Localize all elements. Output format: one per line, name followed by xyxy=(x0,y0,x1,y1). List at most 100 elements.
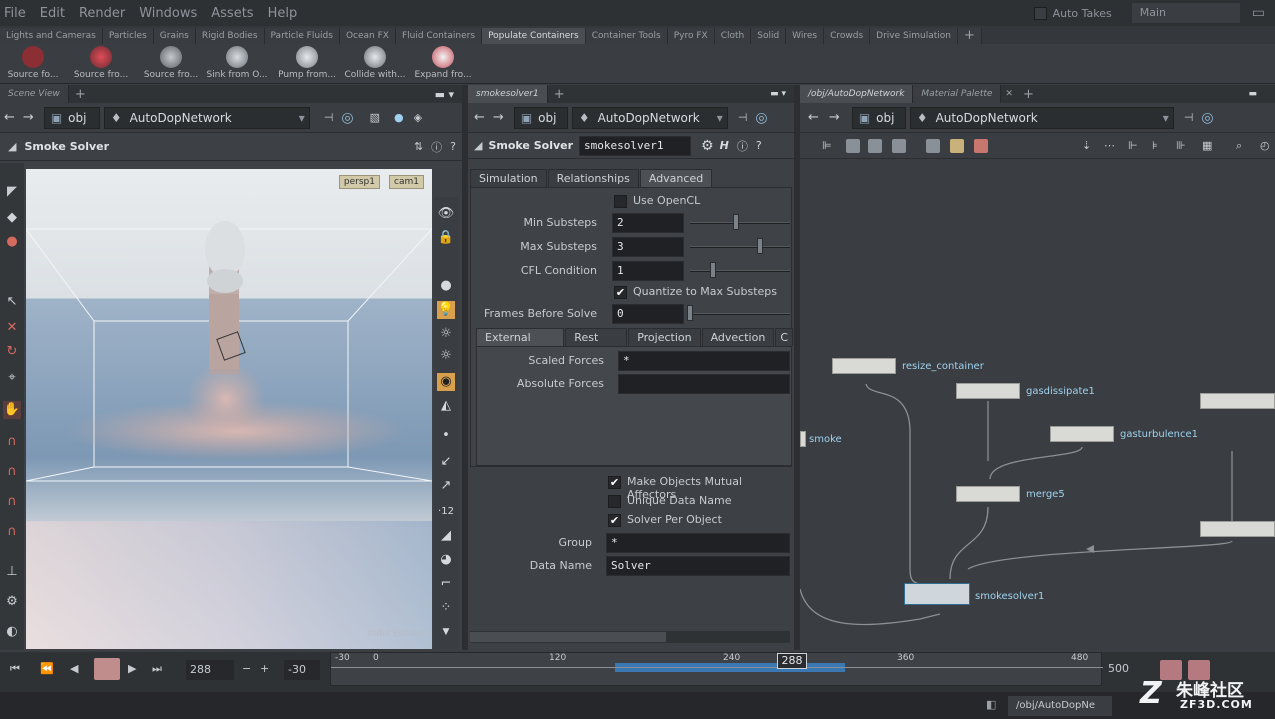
grid-icon[interactable] xyxy=(868,139,882,153)
perspective-menu[interactable]: persp1 xyxy=(338,175,380,189)
hda-icon[interactable]: H xyxy=(720,139,729,152)
data-name-field[interactable]: Solver xyxy=(606,556,790,576)
shelf-tab[interactable]: Particle Fluids xyxy=(264,28,340,44)
status-icon[interactable]: ◧ xyxy=(986,698,996,711)
frames-before-knob[interactable] xyxy=(687,305,693,321)
menu-assets[interactable]: Assets xyxy=(211,6,253,21)
add-shelf-icon[interactable]: + xyxy=(957,28,982,44)
param-path-network[interactable]: ♦ AutoDopNetwork ▾ xyxy=(571,106,728,129)
link-icon[interactable]: ◎ xyxy=(1201,110,1213,126)
align-icon[interactable]: ⋯ xyxy=(1104,139,1118,153)
stop-button[interactable] xyxy=(94,658,120,680)
settings-icon[interactable]: ◴ xyxy=(1260,139,1274,153)
visibility-icon[interactable]: 👁 xyxy=(437,205,455,223)
play-reverse-icon[interactable]: ◀ xyxy=(70,662,78,675)
vector-icon[interactable]: ↗ xyxy=(437,477,455,495)
info-icon[interactable]: ⓘ xyxy=(737,138,748,154)
network-tab[interactable]: /obj/AutoDopNetwork xyxy=(800,85,914,103)
pin-icon[interactable]: ⊣ xyxy=(738,111,748,124)
shelf-tab[interactable]: Pyro FX xyxy=(667,28,715,44)
pane-menu-icon[interactable]: ▬ ▾ xyxy=(770,89,786,99)
rotate-icon[interactable]: ↻ xyxy=(3,343,21,361)
scale-icon[interactable]: ✕ xyxy=(3,319,21,337)
number-icon[interactable]: ·12 xyxy=(437,503,455,521)
forward-icon[interactable]: → xyxy=(829,110,840,125)
menu-edit[interactable]: Edit xyxy=(40,6,65,21)
cfl-field[interactable]: 1 xyxy=(612,261,684,281)
min-substeps-slider[interactable] xyxy=(690,222,790,224)
menu-file[interactable]: File xyxy=(4,6,26,21)
timeline-track[interactable]: -30 0 120 240 360 480 288 xyxy=(330,652,1103,686)
shelf-tab[interactable]: Wires xyxy=(786,28,825,44)
ghost-icon[interactable]: ◕ xyxy=(437,551,455,569)
tile-icon[interactable] xyxy=(892,139,906,153)
node-smokesolver[interactable] xyxy=(904,583,970,605)
info-icon[interactable]: ⓘ xyxy=(431,139,442,155)
link-icon[interactable]: ◎ xyxy=(341,110,353,126)
minus-icon[interactable]: − xyxy=(242,662,251,675)
node-resize-container[interactable] xyxy=(832,358,896,374)
align-icon[interactable]: ⇣ xyxy=(1082,139,1096,153)
tab-advanced[interactable]: Advanced xyxy=(639,169,713,187)
cfl-slider[interactable] xyxy=(690,270,790,272)
corner-icon[interactable]: ⌐ xyxy=(437,575,455,593)
last-frame-icon[interactable]: ⏭ xyxy=(152,662,162,676)
menu-help[interactable]: Help xyxy=(268,6,298,21)
shelf-tool[interactable]: Source fo... xyxy=(0,46,66,80)
back-icon[interactable]: ← xyxy=(4,110,15,125)
menu-render[interactable]: Render xyxy=(79,6,125,21)
shelf-tool[interactable]: Source fro... xyxy=(68,46,134,80)
node-gasdissipate[interactable] xyxy=(956,383,1020,399)
viewer-path-network[interactable]: ♦ AutoDopNetwork ▾ xyxy=(103,106,310,129)
plus-icon[interactable]: + xyxy=(260,662,269,675)
shelf-tab[interactable]: Container Tools xyxy=(585,28,668,44)
shelf-tab[interactable]: Particles xyxy=(102,28,154,44)
frames-before-field[interactable]: 0 xyxy=(612,304,684,324)
camera-icon[interactable]: ◐ xyxy=(3,623,21,641)
node-gasturbulence[interactable] xyxy=(1050,426,1114,442)
light-icon[interactable]: ☼ xyxy=(437,325,455,343)
background-icon[interactable]: ◉ xyxy=(437,373,455,391)
shelf-tool[interactable]: Source fro... xyxy=(138,46,204,80)
snap-icon[interactable]: ● xyxy=(394,111,404,124)
tab-advection[interactable]: Advection xyxy=(701,328,775,346)
tab-more[interactable]: C xyxy=(775,328,793,346)
forward-icon[interactable]: → xyxy=(493,110,504,125)
link-icon[interactable]: ◎ xyxy=(755,110,767,126)
layout-icon[interactable]: ⊩ xyxy=(1128,139,1142,153)
material-palette-tab[interactable]: Material Palette xyxy=(913,85,1002,103)
network-path-network[interactable]: ♦ AutoDopNetwork ▾ xyxy=(909,106,1174,129)
shelf-tool[interactable]: Collide with... xyxy=(342,46,408,80)
shelf-tab[interactable]: Grains xyxy=(153,28,196,44)
tree-icon[interactable]: ⊫ xyxy=(822,139,836,153)
pane-menu-icon[interactable]: ▬ xyxy=(1248,89,1257,99)
chevron-down-icon[interactable]: ▼ xyxy=(437,623,455,641)
node-name-field[interactable]: smokesolver1 xyxy=(579,135,692,156)
display-icon[interactable]: ▧ xyxy=(370,111,380,124)
node-offscreen[interactable] xyxy=(1200,393,1275,409)
param-path-root[interactable]: ▣ obj xyxy=(513,106,568,129)
back-icon[interactable]: ← xyxy=(808,110,819,125)
menu-windows[interactable]: Windows xyxy=(139,6,197,21)
max-substeps-knob[interactable] xyxy=(757,238,763,254)
image-icon[interactable] xyxy=(926,139,940,153)
pose-icon[interactable]: ✋ xyxy=(3,401,21,419)
pane-menu-icon[interactable]: ▬ ▾ xyxy=(435,88,454,101)
shelf-tool[interactable]: Sink from O... xyxy=(204,46,270,80)
frames-before-slider[interactable] xyxy=(690,313,790,315)
close-icon[interactable]: ✕ xyxy=(1001,89,1017,99)
grid-icon[interactable]: ▦ xyxy=(1202,139,1216,153)
current-frame-marker[interactable]: 288 xyxy=(777,653,807,669)
take-select[interactable]: Main xyxy=(1131,3,1240,23)
layout-icon[interactable]: ⊪ xyxy=(1176,139,1190,153)
pin-icon[interactable]: ⊣ xyxy=(1184,111,1194,124)
use-opencl-checkbox[interactable] xyxy=(614,195,627,208)
light-icon[interactable]: 💡 xyxy=(437,301,455,319)
quantize-checkbox[interactable]: ✔ xyxy=(614,286,627,299)
note-icon[interactable] xyxy=(950,139,964,153)
help-icon[interactable]: ? xyxy=(450,140,456,153)
status-path[interactable]: /obj/AutoDopNe xyxy=(1008,696,1112,716)
param-tab[interactable]: smokesolver1 xyxy=(468,85,548,103)
step-field[interactable]: -30 xyxy=(284,660,320,680)
render-icon[interactable]: ◈ xyxy=(414,111,422,124)
